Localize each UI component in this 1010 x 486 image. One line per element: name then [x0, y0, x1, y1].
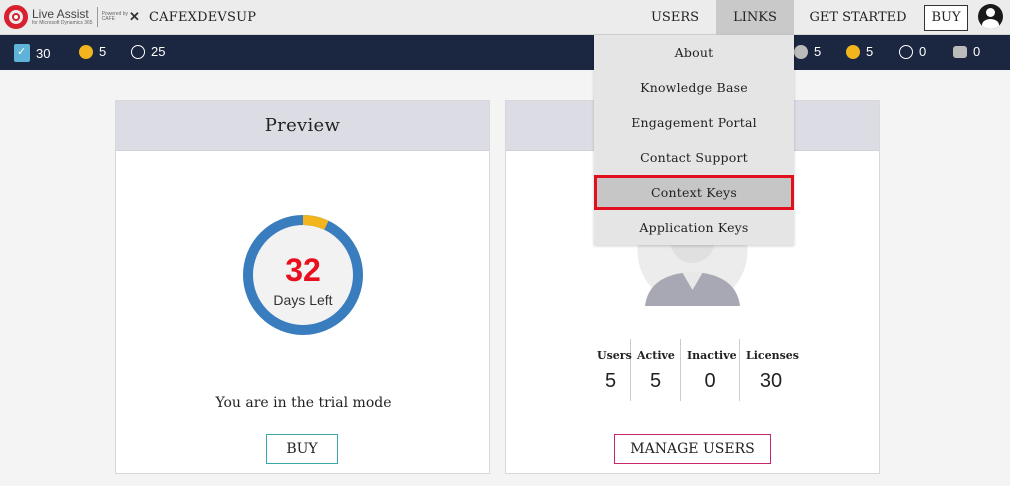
agent-face-icon: [794, 44, 808, 59]
menu-item-about[interactable]: About: [594, 35, 794, 70]
stat-online: 5: [846, 44, 873, 59]
top-navbar: Live Assist for Microsoft Dynamics 365 P…: [0, 0, 1010, 35]
live-assist-logo[interactable]: Live Assist for Microsoft Dynamics 365 P…: [4, 5, 140, 29]
stat-licenses-value: 30: [36, 45, 51, 61]
stat-agents: 5: [794, 44, 821, 59]
menu-item-contact-support[interactable]: Contact Support: [594, 140, 794, 175]
stat-col-inactive: Inactive 0: [681, 339, 740, 401]
menu-item-application-keys[interactable]: Application Keys: [594, 210, 794, 245]
brand-subtitle: for Microsoft Dynamics 365: [32, 20, 93, 26]
stat-bots-value: 0: [973, 44, 981, 59]
stat-licenses-count: 30: [759, 370, 783, 392]
stat-offline-value: 0: [919, 44, 927, 59]
days-left-number: 32: [285, 252, 321, 288]
stat-online-value: 5: [866, 44, 874, 59]
trial-mode-text: You are in the trial mode: [215, 395, 392, 411]
stat-active: 5: [79, 44, 106, 59]
stat-bots: 0: [953, 44, 980, 59]
stat-inactive-count: 0: [704, 370, 716, 392]
nav-users[interactable]: USERS: [643, 0, 707, 35]
stat-licenses: 30: [14, 44, 50, 62]
nav-get-started[interactable]: GET STARTED: [805, 0, 911, 35]
menu-item-knowledge-base[interactable]: Knowledge Base: [594, 70, 794, 105]
days-left-label: Days Left: [273, 292, 333, 308]
links-dropdown-menu: About Knowledge Base Engagement Portal C…: [594, 35, 794, 245]
yellow-dot-icon: [846, 44, 860, 59]
logo-divider: [96, 7, 98, 27]
users-stats-table: Users 5 Active 5 Inactive 0 Licenses 30: [591, 339, 802, 401]
preview-card-title: Preview: [116, 101, 489, 151]
manage-users-button[interactable]: MANAGE USERS: [614, 434, 771, 464]
stat-users-label: Users: [597, 349, 632, 362]
stat-active-label: Active: [637, 349, 675, 362]
org-name: CAFEXDEVSUP: [149, 10, 257, 25]
menu-item-context-keys[interactable]: Context Keys: [594, 175, 794, 210]
stat-licenses-label: Licenses: [746, 349, 799, 362]
nav-buy-button[interactable]: BUY: [924, 5, 968, 31]
empty-circle-icon: [131, 44, 145, 59]
stat-col-licenses: Licenses 30: [740, 339, 802, 401]
stat-offline: 0: [899, 44, 926, 59]
status-bar: 30 5 25 5 5 0 0: [0, 35, 1010, 70]
partner-name: CAFE: [101, 16, 115, 22]
stat-users-value: 5: [604, 370, 617, 392]
bot-icon: [953, 45, 967, 58]
stat-active-value: 5: [99, 44, 107, 59]
empty-circle-icon: [899, 44, 913, 59]
brand-name: Live Assist: [32, 7, 89, 21]
license-book-icon: [14, 44, 30, 62]
preview-card: Preview 32 Days Left You are in the tria…: [115, 100, 490, 474]
yellow-dot-icon: [79, 44, 93, 59]
stat-col-active: Active 5: [631, 339, 681, 401]
stat-inactive-label: Inactive: [687, 349, 737, 362]
stat-col-users: Users 5: [591, 339, 632, 401]
stat-agents-value: 5: [814, 44, 822, 59]
account-avatar-icon[interactable]: [978, 4, 1003, 29]
cafex-x-icon: ✕: [128, 9, 140, 24]
nav-links[interactable]: LINKS: [716, 0, 794, 35]
buy-button[interactable]: BUY: [266, 434, 338, 464]
stat-available: 25: [131, 44, 165, 59]
stat-available-value: 25: [151, 44, 166, 59]
stat-active-count: 5: [649, 370, 662, 392]
lifebuoy-icon: [4, 5, 28, 29]
menu-item-engagement-portal[interactable]: Engagement Portal: [594, 105, 794, 140]
